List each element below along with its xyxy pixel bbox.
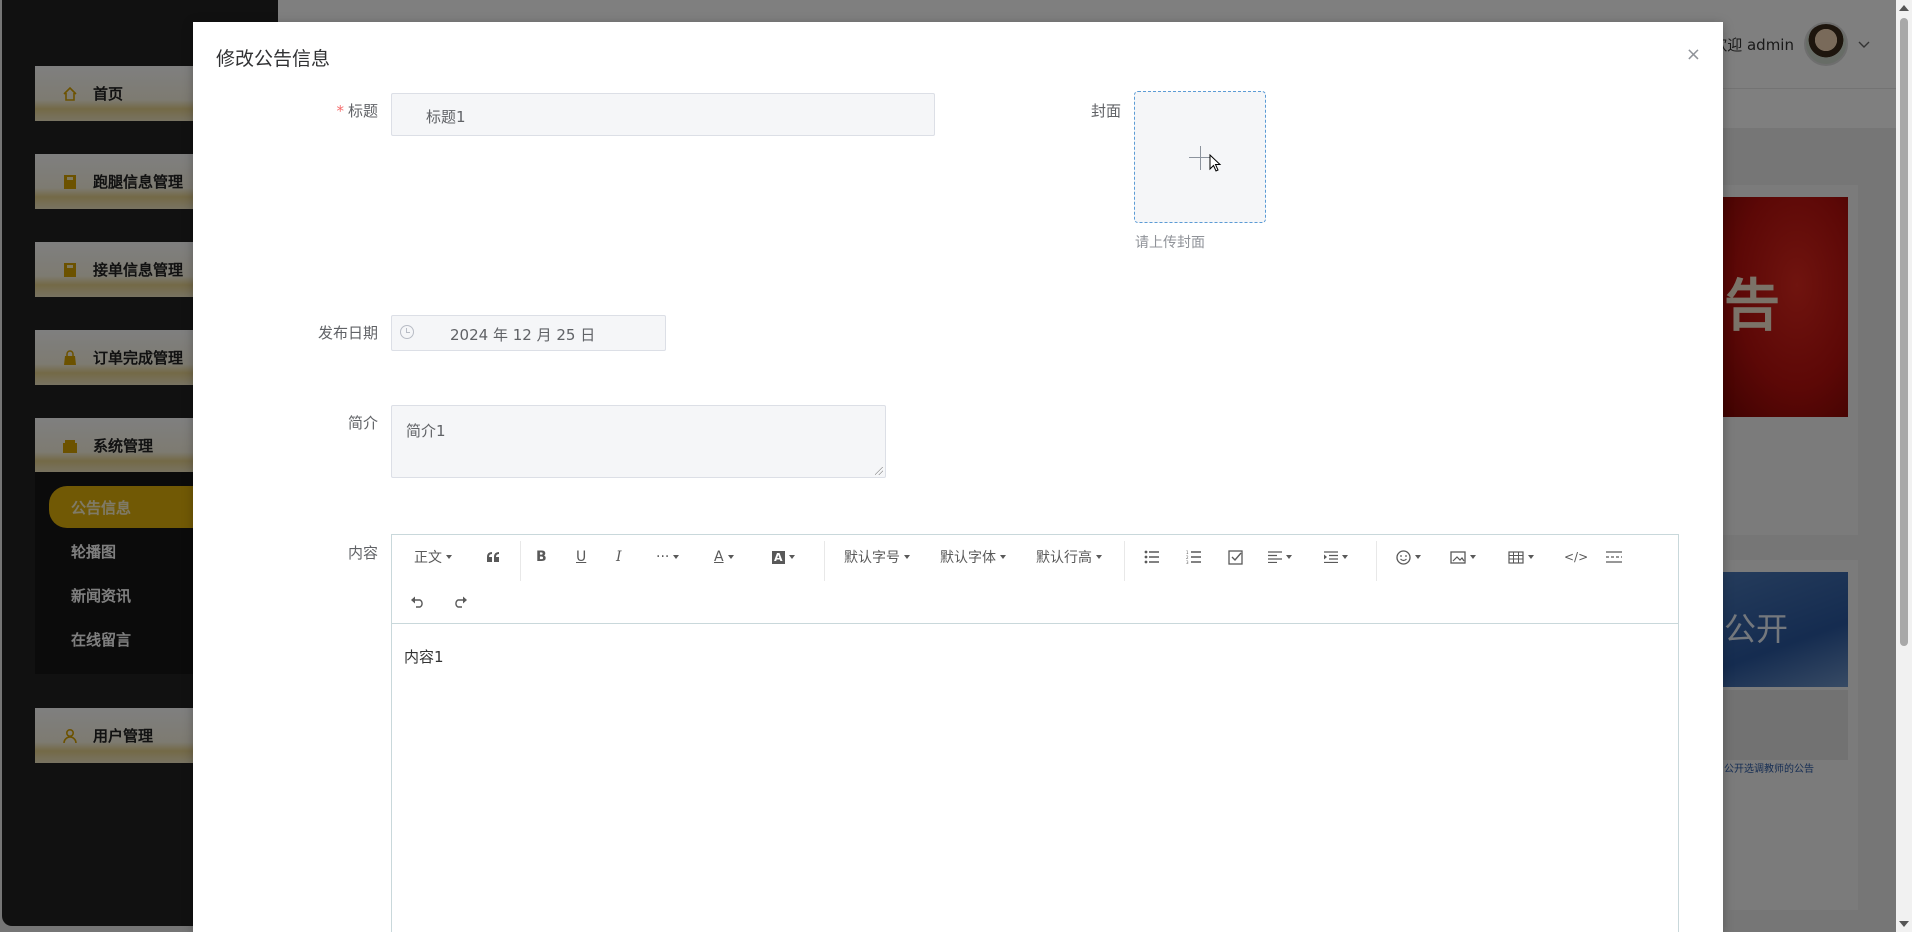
dialog-title: 修改公告信息 (216, 48, 331, 70)
scroll-down-icon[interactable] (1899, 921, 1909, 927)
rich-text-editor: 正文 B U I ··· A A 默认字号 默认字体 默认行高 123 </> (391, 534, 1679, 932)
page-scrollbar[interactable] (1896, 0, 1912, 932)
align-icon[interactable] (1268, 547, 1292, 567)
edit-notice-dialog: 修改公告信息 × * 标题 标题1 封面 请上传封面 发布日期 2024 年 12… (193, 22, 1723, 932)
scroll-up-icon[interactable] (1899, 5, 1909, 11)
resize-grip-icon[interactable] (875, 467, 883, 475)
editor-content[interactable]: 内容1 (392, 624, 1678, 689)
editor-toolbar: 正文 B U I ··· A A 默认字号 默认字体 默认行高 123 </> (392, 535, 1678, 624)
underline-icon[interactable]: U (576, 547, 586, 567)
svg-text:3: 3 (1186, 560, 1189, 564)
redo-icon[interactable] (452, 591, 468, 611)
brief-label: 简介 (347, 414, 378, 432)
date-picker[interactable]: 2024 年 12 月 25 日 (391, 315, 666, 351)
code-icon[interactable]: </> (1564, 547, 1588, 567)
cover-upload-tip: 请上传封面 (1135, 235, 1205, 251)
line-height-select[interactable]: 默认行高 (1036, 547, 1102, 567)
font-size-select[interactable]: 默认字号 (844, 547, 910, 567)
bold-icon[interactable]: B (536, 547, 547, 567)
brief-textarea[interactable]: 简介1 (391, 405, 886, 478)
scrollbar-thumb[interactable] (1900, 18, 1908, 646)
quote-icon[interactable] (486, 547, 500, 567)
divider-icon[interactable] (1606, 547, 1622, 567)
table-icon[interactable] (1508, 547, 1534, 567)
numbered-list-icon[interactable]: 123 (1186, 547, 1202, 567)
italic-icon[interactable]: I (616, 547, 622, 567)
image-icon[interactable] (1450, 547, 1476, 567)
font-family-select[interactable]: 默认字体 (940, 547, 1006, 567)
indent-icon[interactable] (1324, 547, 1348, 567)
more-style-icon[interactable]: ··· (656, 547, 680, 567)
emoji-icon[interactable] (1396, 547, 1421, 567)
font-color-icon[interactable]: A (714, 547, 734, 567)
bulleted-list-icon[interactable] (1144, 547, 1160, 567)
cover-upload[interactable] (1134, 91, 1266, 223)
close-icon[interactable]: × (1686, 44, 1701, 65)
title-label: * 标题 (336, 102, 378, 120)
content-label: 内容 (347, 544, 378, 562)
title-input[interactable]: 标题1 (391, 93, 935, 136)
heading-select[interactable]: 正文 (414, 547, 452, 567)
todo-icon[interactable] (1228, 547, 1243, 567)
undo-icon[interactable] (410, 591, 426, 611)
background-color-icon[interactable]: A (772, 547, 795, 567)
cursor-icon (1209, 154, 1222, 172)
date-label: 发布日期 (317, 324, 378, 342)
cover-label: 封面 (1090, 102, 1121, 120)
clock-icon (400, 325, 414, 339)
